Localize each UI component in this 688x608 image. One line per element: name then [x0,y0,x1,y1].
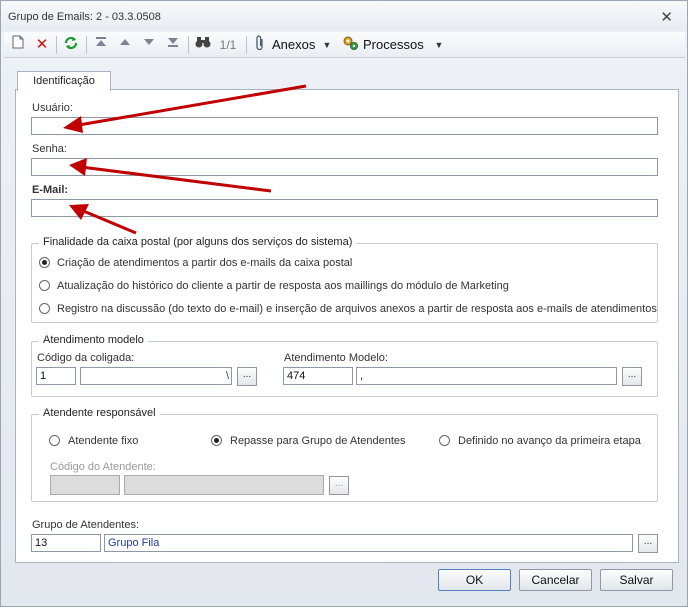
paperclip-icon[interactable] [252,35,268,55]
anexos-menu[interactable]: Anexos [272,35,316,55]
delete-icon[interactable]: ✕ [34,35,50,55]
finalidade-option-3[interactable]: Registro na discussão (do texto do e-mai… [57,303,657,315]
coligada-label: Código da coligada: [37,352,135,364]
nome-atendente-field [124,475,324,495]
finalidade-option-1[interactable]: Criação de atendimentos a partir dos e-m… [57,257,352,269]
modelo-code-field[interactable]: 474 [283,367,353,385]
definido-etapa-radio[interactable] [439,435,450,446]
salvar-button[interactable]: Salvar [600,569,673,591]
atendente-browse-button: ... [329,476,349,495]
toolbar-separator [246,36,247,54]
codigo-atendente-label: Código do Atendente: [50,461,156,473]
last-icon[interactable] [164,35,182,55]
grupo-atendentes-name-field[interactable]: Grupo Fila [104,534,633,552]
cancelar-button[interactable]: Cancelar [519,569,592,591]
email-label: E-Mail: [32,184,69,196]
toolbar-separator [188,36,189,54]
first-icon[interactable] [92,35,110,55]
processos-menu[interactable]: Processos [363,35,427,55]
finalidade-radio-1[interactable] [39,257,50,268]
new-icon[interactable] [10,35,26,55]
ok-button[interactable]: OK [438,569,511,591]
tab-identificacao[interactable]: Identificação [17,71,111,91]
previous-icon[interactable] [116,35,134,55]
codigo-atendente-field [50,475,120,495]
modelo-browse-button[interactable]: ... [622,367,642,386]
atendente-responsavel-title: Atendente responsável [39,407,160,419]
chevron-down-icon[interactable]: ▼ [434,35,444,55]
coligada-name-field[interactable]: \ [80,367,232,385]
grupo-atendentes-label: Grupo de Atendentes: [32,519,140,531]
next-icon[interactable] [140,35,158,55]
modelo-name-field[interactable]: , [356,367,617,385]
definido-etapa-label[interactable]: Definido no avanço da primeira etapa [458,435,641,447]
email-field[interactable] [31,199,658,217]
toolbar-separator [56,36,57,54]
gears-icon[interactable] [342,35,360,55]
page-indicator: 1/1 [219,38,237,52]
binoculars-icon[interactable] [194,35,212,55]
grupo-atendentes-code-field[interactable]: 13 [31,534,101,552]
atendente-fixo-radio[interactable] [49,435,60,446]
coligada-browse-button[interactable]: ... [237,367,257,386]
title-bar: Grupo de Emails: 2 - 03.3.0508 ✕ [1,1,687,31]
coligada-link[interactable]: \ [226,368,229,384]
grupo-atendentes-browse-button[interactable]: ... [638,534,658,553]
refresh-icon[interactable] [62,35,80,55]
close-icon[interactable]: ✕ [660,8,673,26]
usuario-field[interactable] [31,117,658,135]
finalidade-radio-2[interactable] [39,280,50,291]
finalidade-radio-3[interactable] [39,303,50,314]
dialog-window: Grupo de Emails: 2 - 03.3.0508 ✕ ✕ 1/1 A… [0,0,688,607]
coligada-code-field[interactable]: 1 [36,367,76,385]
senha-field[interactable] [31,158,658,176]
window-title: Grupo de Emails: 2 - 03.3.0508 [8,11,161,23]
atendimento-modelo-title: Atendimento modelo [39,334,148,346]
atendente-fixo-label[interactable]: Atendente fixo [68,435,138,447]
senha-label: Senha: [32,143,67,155]
finalidade-title: Finalidade da caixa postal (por alguns d… [39,236,357,248]
finalidade-option-2[interactable]: Atualização do histórico do cliente a pa… [57,280,509,292]
toolbar: ✕ 1/1 Anexos ▼ Processos ▼ [4,32,685,58]
toolbar-separator [86,36,87,54]
repasse-grupo-label[interactable]: Repasse para Grupo de Atendentes [230,435,406,447]
repasse-grupo-radio[interactable] [211,435,222,446]
modelo-label: Atendimento Modelo: [284,352,388,364]
usuario-label: Usuário: [32,102,73,114]
chevron-down-icon[interactable]: ▼ [322,35,332,55]
